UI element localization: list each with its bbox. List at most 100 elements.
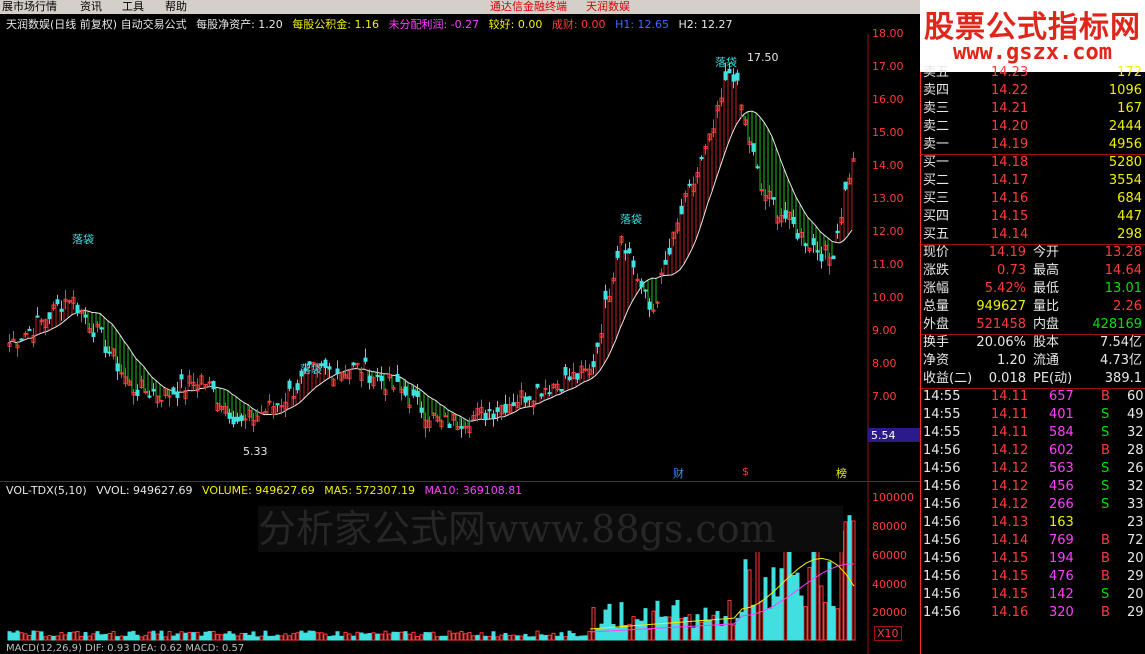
volume-bar bbox=[155, 633, 160, 641]
bid-price: 14.18 bbox=[991, 155, 1029, 170]
bid-label: 买四 bbox=[923, 209, 950, 224]
volume-bar bbox=[451, 632, 456, 641]
watermark-banner: 分析家公式网www.88gs.com bbox=[258, 506, 843, 552]
candle-body bbox=[103, 346, 108, 353]
volume-bar bbox=[619, 602, 624, 641]
candle-body bbox=[687, 183, 692, 186]
volume-bar bbox=[455, 632, 460, 641]
tick-side: S bbox=[1101, 587, 1110, 602]
price-tick: 11.00 bbox=[872, 258, 904, 271]
volume-bar bbox=[471, 635, 476, 641]
menu-market[interactable]: 展市场行情 bbox=[2, 0, 57, 14]
volume-bar bbox=[295, 632, 300, 641]
volume-bar bbox=[767, 608, 772, 641]
volume-bar bbox=[219, 634, 224, 641]
volume-bar bbox=[427, 632, 432, 641]
tick-price: 14.12 bbox=[991, 461, 1029, 476]
candle-body bbox=[47, 312, 52, 320]
price-tick: 10.00 bbox=[872, 291, 904, 304]
candle-body bbox=[395, 373, 400, 382]
ask-row: 卖一 14.19 4956 bbox=[921, 136, 1145, 154]
volume-bar bbox=[651, 610, 656, 641]
candle-body bbox=[603, 290, 608, 300]
volume-bar bbox=[383, 630, 388, 641]
drop-label: 落袋 bbox=[620, 213, 642, 226]
candle-body bbox=[415, 390, 420, 397]
ask-row: 卖三 14.21 167 bbox=[921, 100, 1145, 118]
tick-count: 49 bbox=[1127, 407, 1144, 422]
candle-body bbox=[547, 392, 552, 395]
fund-value: 20.06% bbox=[976, 335, 1026, 350]
volume-bar bbox=[711, 614, 716, 641]
bid-row: 买二 14.17 3554 bbox=[921, 172, 1145, 190]
high-label: 17.50 bbox=[747, 51, 779, 64]
event-dollar[interactable]: $ bbox=[742, 465, 749, 478]
volume-bar bbox=[23, 633, 28, 641]
event-cai[interactable]: 财 bbox=[673, 465, 684, 481]
volume-bar bbox=[467, 632, 472, 641]
ask-price: 14.22 bbox=[991, 83, 1029, 98]
volume-bar bbox=[231, 633, 236, 641]
menu-news[interactable]: 资讯 bbox=[80, 0, 102, 14]
stat-row: 外盘 521458 内盘 428169 bbox=[921, 316, 1145, 334]
candle-body bbox=[563, 366, 568, 376]
ribbon-ma-line bbox=[7, 110, 853, 422]
volume-bar bbox=[667, 616, 672, 641]
tick-count: 28 bbox=[1127, 443, 1144, 458]
price-tick: 13.00 bbox=[872, 192, 904, 205]
volume-bar bbox=[831, 606, 836, 641]
price-tick: 7.00 bbox=[872, 390, 897, 403]
volume-bar bbox=[251, 631, 256, 641]
tick-count: 29 bbox=[1127, 605, 1144, 620]
volume-bar bbox=[259, 635, 264, 641]
candlestick-chart[interactable] bbox=[0, 14, 920, 654]
candle-body bbox=[835, 230, 840, 234]
bid-label: 买一 bbox=[923, 155, 950, 170]
volume-bar bbox=[411, 631, 416, 641]
bid-price: 14.15 bbox=[991, 209, 1029, 224]
candle-body bbox=[795, 233, 800, 239]
volume-bar bbox=[319, 632, 324, 641]
volume-bar bbox=[123, 635, 128, 641]
volume-bar bbox=[639, 620, 644, 641]
volume-bar bbox=[243, 632, 248, 641]
volume-bar bbox=[843, 521, 848, 641]
tick-price: 14.15 bbox=[991, 551, 1029, 566]
candle-body bbox=[815, 250, 820, 253]
tick-time: 14:56 bbox=[923, 569, 961, 584]
candle-body bbox=[175, 391, 180, 399]
ask-label: 卖五 bbox=[923, 65, 950, 80]
tick-row: 14:56 14.15 476 B 29 bbox=[921, 568, 1145, 586]
candle-body bbox=[443, 415, 448, 418]
tick-volume: 456 bbox=[1049, 479, 1074, 494]
volume-bar bbox=[107, 633, 112, 641]
candle-body bbox=[327, 366, 332, 370]
stat-label: 最低 bbox=[1033, 281, 1060, 296]
volume-bar bbox=[771, 567, 776, 641]
volume-bar bbox=[703, 607, 708, 641]
menu-help[interactable]: 帮助 bbox=[165, 0, 187, 14]
volume-bar bbox=[403, 631, 408, 641]
candle-body bbox=[523, 396, 528, 403]
bid-volume: 298 bbox=[1117, 227, 1142, 242]
volume-bar bbox=[659, 616, 664, 641]
volume-bar bbox=[115, 636, 120, 641]
volume-bar bbox=[47, 635, 52, 641]
volume-bar bbox=[407, 633, 412, 641]
tick-side: B bbox=[1101, 443, 1110, 458]
main-chart-area[interactable]: 天润数娱(日线 前复权) 自动交易公式 每股净资产: 1.20 每股公积金: 1… bbox=[0, 14, 920, 654]
volume-bar bbox=[279, 635, 284, 641]
stat-label: 量比 bbox=[1033, 299, 1060, 314]
candle-body bbox=[755, 166, 760, 169]
candle-body bbox=[135, 389, 140, 396]
event-bang[interactable]: 榜 bbox=[836, 465, 847, 481]
tick-side: S bbox=[1101, 425, 1110, 440]
menu-tools[interactable]: 工具 bbox=[122, 0, 144, 14]
volume-bar bbox=[623, 625, 628, 641]
vol-tick: 80000 bbox=[872, 520, 907, 533]
volume-bar bbox=[439, 635, 444, 641]
candle-body bbox=[803, 243, 808, 247]
volume-bar bbox=[151, 630, 156, 641]
volume-bar bbox=[759, 601, 764, 641]
candle-body bbox=[831, 255, 836, 260]
